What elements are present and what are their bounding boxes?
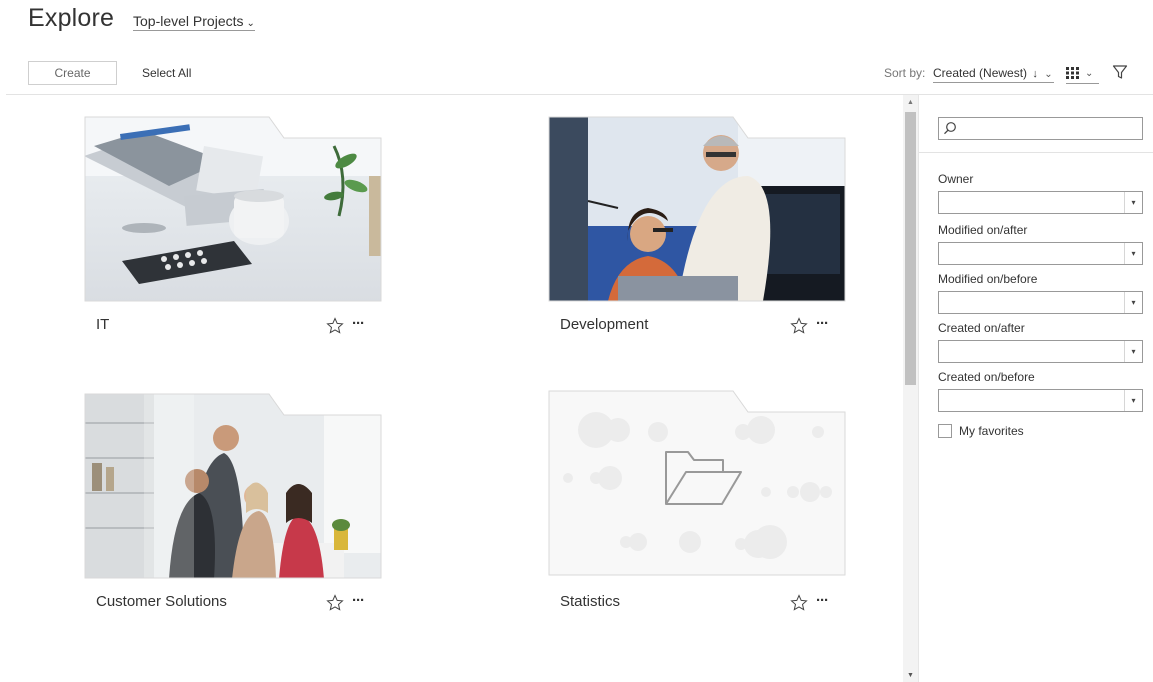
project-thumbnail[interactable]	[548, 116, 846, 302]
sort-direction-icon: ↓	[1032, 68, 1038, 80]
chevron-down-icon: ⌄	[1085, 67, 1094, 79]
filter-search-input[interactable]	[938, 117, 1143, 140]
project-name[interactable]: Customer Solutions	[96, 593, 227, 610]
grid-icon	[1066, 67, 1079, 79]
chevron-down-icon: ⌄	[246, 18, 255, 29]
filter-panel-divider	[919, 152, 1153, 153]
favorite-button[interactable]	[790, 317, 808, 335]
created-before-label: Created on/before	[938, 370, 1035, 384]
chevron-down-icon: ⌄	[1044, 69, 1053, 80]
sort-dropdown[interactable]: Created (Newest) ↓ ⌄	[933, 66, 1054, 83]
developers-image	[548, 116, 846, 302]
created-after-select[interactable]: ▾	[938, 340, 1143, 363]
scroll-thumb[interactable]	[905, 112, 916, 385]
modified-before-select[interactable]: ▾	[938, 291, 1143, 314]
favorite-button[interactable]	[790, 594, 808, 612]
filter-icon	[1112, 65, 1128, 79]
modified-after-label: Modified on/after	[938, 223, 1028, 237]
caret-down-icon: ▾	[1124, 192, 1142, 213]
star-outline-icon	[790, 594, 808, 611]
content-scrollbar[interactable]: ▲ ▼	[903, 95, 918, 682]
filter-panel: Owner ▾ Modified on/after ▾ Modified on/…	[918, 95, 1153, 682]
sort-value: Created (Newest)	[933, 66, 1028, 80]
project-thumbnail[interactable]	[84, 393, 382, 579]
star-outline-icon	[790, 317, 808, 334]
more-actions-button[interactable]: ···	[816, 593, 829, 608]
select-all-link[interactable]: Select All	[142, 66, 191, 80]
page-title: Explore	[28, 4, 115, 32]
project-name[interactable]: Development	[560, 316, 648, 333]
project-thumbnail[interactable]	[548, 390, 846, 578]
caret-down-icon: ▾	[1124, 390, 1142, 411]
project-card[interactable]: Statistics ···	[548, 390, 846, 620]
project-card[interactable]: IT ···	[84, 116, 382, 346]
owner-select[interactable]: ▾	[938, 191, 1143, 214]
view-mode-dropdown[interactable]: ⌄	[1066, 63, 1099, 84]
scroll-down-arrow-icon[interactable]: ▼	[903, 672, 918, 680]
filter-toggle-button[interactable]	[1112, 64, 1128, 80]
team-meeting-image	[84, 393, 382, 579]
more-actions-button[interactable]: ···	[352, 593, 365, 608]
star-outline-icon	[326, 594, 344, 611]
modified-after-select[interactable]: ▾	[938, 242, 1143, 265]
favorite-button[interactable]	[326, 594, 344, 612]
project-card[interactable]: Development ···	[548, 116, 846, 346]
my-favorites-checkbox[interactable]	[938, 424, 952, 438]
folder-placeholder-image	[548, 390, 846, 576]
create-button[interactable]: Create	[28, 61, 117, 85]
my-favorites-label[interactable]: My favorites	[959, 424, 1024, 438]
caret-down-icon: ▾	[1124, 292, 1142, 313]
project-name[interactable]: IT	[96, 316, 109, 333]
caret-down-icon: ▾	[1124, 243, 1142, 264]
project-scope-label: Top-level Projects	[133, 13, 244, 29]
favorite-button[interactable]	[326, 317, 344, 335]
caret-down-icon: ▾	[1124, 341, 1142, 362]
scroll-up-arrow-icon[interactable]: ▲	[903, 99, 918, 107]
project-thumbnail[interactable]	[84, 116, 382, 302]
created-after-label: Created on/after	[938, 321, 1025, 335]
project-scope-dropdown[interactable]: Top-level Projects ⌄	[133, 13, 255, 31]
modified-before-label: Modified on/before	[938, 272, 1038, 286]
star-outline-icon	[326, 317, 344, 334]
sort-by-label: Sort by:	[884, 66, 926, 80]
more-actions-button[interactable]: ···	[816, 316, 829, 331]
created-before-select[interactable]: ▾	[938, 389, 1143, 412]
more-actions-button[interactable]: ···	[352, 316, 365, 331]
owner-label: Owner	[938, 172, 974, 186]
search-icon	[944, 122, 956, 135]
office-desk-image	[84, 116, 382, 302]
project-name[interactable]: Statistics	[560, 593, 620, 610]
project-card[interactable]: Customer Solutions ···	[84, 393, 382, 623]
